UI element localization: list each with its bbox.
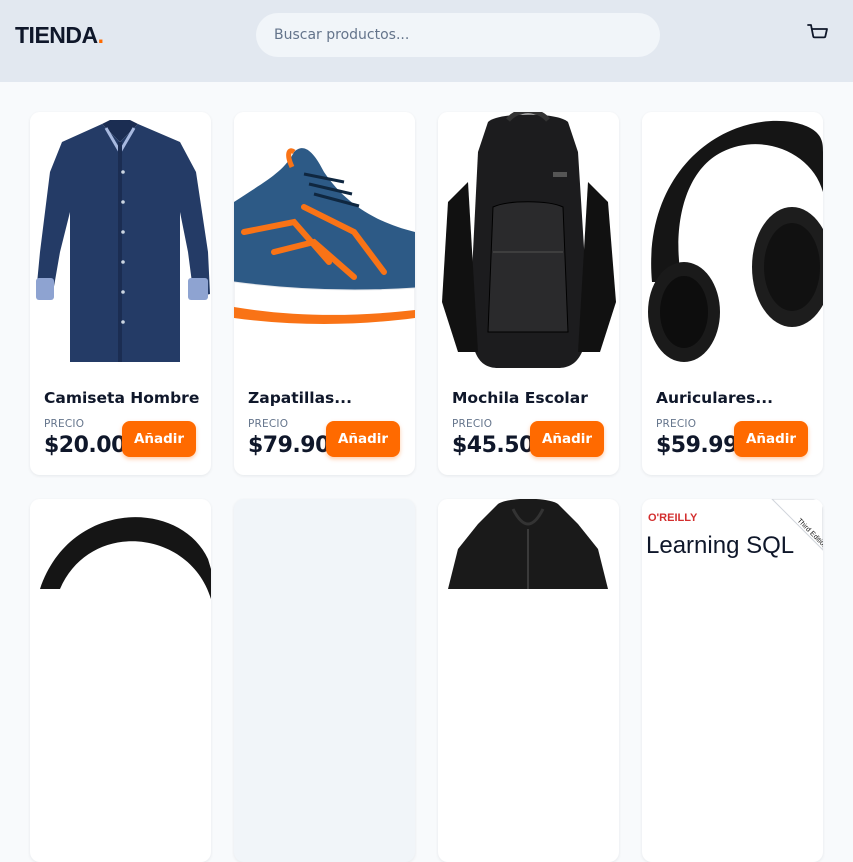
product-image-jacket[interactable] xyxy=(438,499,619,761)
product-image-backpack[interactable] xyxy=(438,112,619,374)
search-input[interactable] xyxy=(256,13,660,57)
product-grid: Camiseta Hombre PRECIO $20.00 Añadir Zap… xyxy=(0,82,853,862)
price-label: PRECIO xyxy=(248,418,289,430)
product-price: $79.90 xyxy=(248,433,330,458)
top-header: TIENDA. xyxy=(0,0,853,82)
product-card[interactable] xyxy=(30,499,211,862)
add-to-cart-button[interactable]: Añadir xyxy=(530,421,604,457)
logo-text: TIENDA xyxy=(15,22,98,48)
product-card[interactable]: Mochila Escolar PRECIO $45.50 Añadir xyxy=(438,112,619,475)
product-image-book[interactable]: O'REILLY Learning SQL Third Edition xyxy=(642,499,823,761)
product-name[interactable]: Mochila Escolar xyxy=(452,389,608,407)
product-card[interactable]: Camiseta Hombre PRECIO $20.00 Añadir xyxy=(30,112,211,475)
price-label: PRECIO xyxy=(44,418,85,430)
product-card[interactable] xyxy=(438,499,619,862)
product-image-headphones[interactable] xyxy=(642,112,823,374)
product-image-shirt[interactable] xyxy=(30,112,211,374)
shopping-cart-icon[interactable] xyxy=(806,22,830,46)
product-image-headphones[interactable] xyxy=(30,499,211,761)
product-name[interactable]: Camiseta Hombre xyxy=(44,389,200,407)
price-label: PRECIO xyxy=(656,418,697,430)
product-price: $20.00 xyxy=(44,433,126,458)
product-card[interactable]: Zapatillas... PRECIO $79.90 Añadir xyxy=(234,112,415,475)
product-price: $59.99 xyxy=(656,433,738,458)
add-to-cart-button[interactable]: Añadir xyxy=(326,421,400,457)
add-to-cart-button[interactable]: Añadir xyxy=(122,421,196,457)
store-logo[interactable]: TIENDA. xyxy=(15,22,104,49)
product-card[interactable]: O'REILLY Learning SQL Third Edition xyxy=(642,499,823,862)
loading-placeholder-card xyxy=(234,499,415,862)
product-card[interactable]: Auriculares... PRECIO $59.99 Añadir xyxy=(642,112,823,475)
product-image-shoe[interactable] xyxy=(234,112,415,374)
book-publisher: O'REILLY xyxy=(648,512,698,524)
add-to-cart-button[interactable]: Añadir xyxy=(734,421,808,457)
book-title: Learning SQL xyxy=(646,532,794,559)
price-label: PRECIO xyxy=(452,418,493,430)
product-name[interactable]: Zapatillas... xyxy=(248,389,404,407)
logo-dot: . xyxy=(97,22,104,48)
product-price: $45.50 xyxy=(452,433,534,458)
product-name[interactable]: Auriculares... xyxy=(656,389,812,407)
